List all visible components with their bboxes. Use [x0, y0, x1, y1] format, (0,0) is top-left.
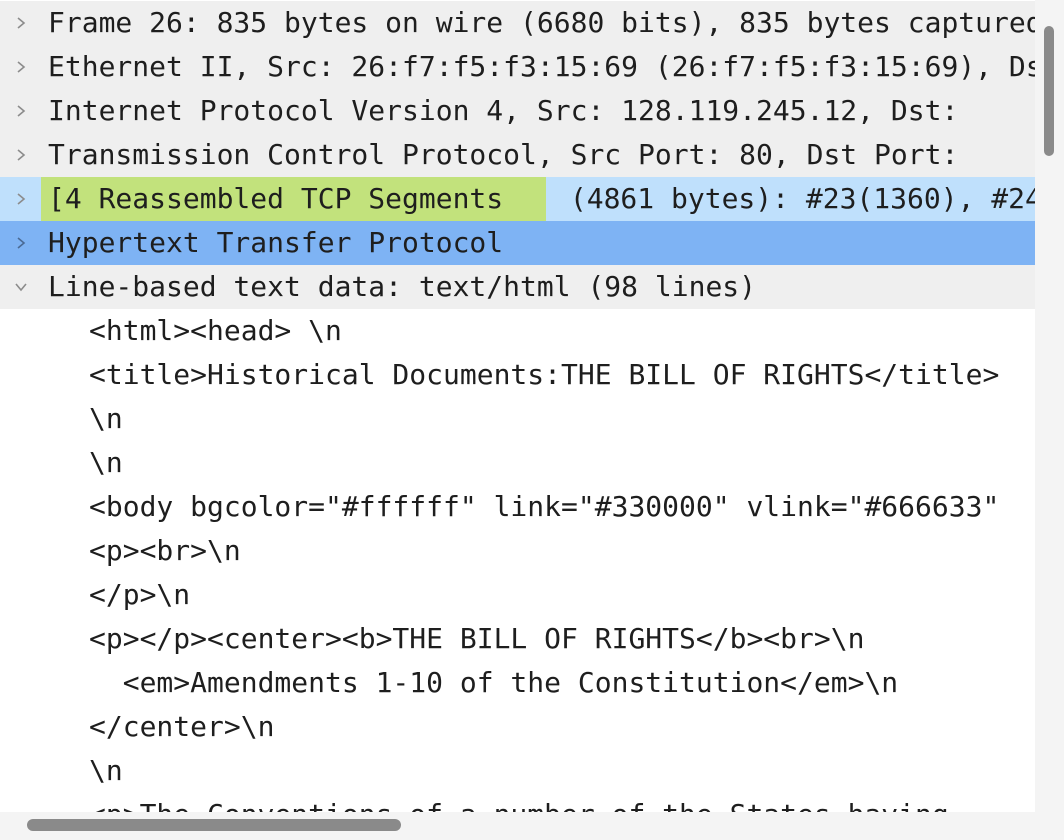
tree-row-ipv4[interactable]: Internet Protocol Version 4, Src: 128.11…	[0, 89, 1035, 133]
vertical-scrollbar-thumb[interactable]	[1044, 26, 1054, 156]
chevron-right-icon[interactable]	[10, 177, 32, 221]
chevron-right-icon[interactable]	[10, 133, 32, 177]
tree-row-label: Line-based text data: text/html (98 line…	[48, 270, 757, 303]
tree-row-label: Transmission Control Protocol, Src Port:…	[48, 138, 959, 171]
text-line: <html><head> \n	[89, 314, 342, 347]
text-line: <title>Historical Documents:THE BILL OF …	[89, 358, 1000, 391]
chevron-right-icon[interactable]	[10, 89, 32, 133]
tree-row-label: Frame 26: 835 bytes on wire (6680 bits),…	[48, 6, 1035, 39]
text-line: <p></p><center><b>THE BILL OF RIGHTS</b>…	[89, 622, 865, 655]
scrollbar-corner	[1035, 812, 1064, 840]
text-line-row[interactable]: <p><br>\n	[0, 529, 1035, 573]
chevron-right-icon[interactable]	[10, 45, 32, 89]
chevron-right-icon[interactable]	[10, 221, 32, 265]
tree-row-line-based-text[interactable]: Line-based text data: text/html (98 line…	[0, 265, 1035, 309]
text-line: </p>\n	[89, 578, 191, 611]
tree-row-reassembled-segments[interactable]: [4 Reassembled TCP Segments (4861 bytes)…	[0, 177, 1035, 221]
text-line: \n	[89, 754, 123, 787]
tree-row-http[interactable]: Hypertext Transfer Protocol	[0, 221, 1035, 265]
tree-row-tcp[interactable]: Transmission Control Protocol, Src Port:…	[0, 133, 1035, 177]
tree-row-label: Internet Protocol Version 4, Src: 128.11…	[48, 94, 959, 127]
text-line: \n	[89, 446, 123, 479]
text-line-row[interactable]: <html><head> \n	[0, 309, 1035, 353]
packet-tree: Frame 26: 835 bytes on wire (6680 bits),…	[0, 1, 1035, 837]
text-line-row[interactable]: </p>\n	[0, 573, 1035, 617]
text-line-row[interactable]: \n	[0, 749, 1035, 793]
text-line: \n	[89, 402, 123, 435]
text-line-row[interactable]: <body bgcolor="#ffffff" link="#330000" v…	[0, 485, 1035, 529]
tree-row-ethernet[interactable]: Ethernet II, Src: 26:f7:f5:f3:15:69 (26:…	[0, 45, 1035, 89]
packet-details-pane: Frame 26: 835 bytes on wire (6680 bits),…	[0, 0, 1064, 840]
tree-row-label: Hypertext Transfer Protocol	[48, 226, 504, 259]
text-line: </center>\n	[89, 710, 275, 743]
chevron-right-icon[interactable]	[10, 1, 32, 45]
text-line-row[interactable]: <em>Amendments 1-10 of the Constitution<…	[0, 661, 1035, 705]
chevron-down-icon[interactable]	[10, 265, 32, 309]
text-line-row[interactable]: <p></p><center><b>THE BILL OF RIGHTS</b>…	[0, 617, 1035, 661]
text-line-row[interactable]: \n	[0, 441, 1035, 485]
text-line: <body bgcolor="#ffffff" link="#330000" v…	[89, 490, 1000, 523]
tree-row-label-highlighted: [4 Reassembled TCP Segments	[48, 182, 504, 215]
text-line: <em>Amendments 1-10 of the Constitution<…	[89, 666, 899, 699]
tree-row-frame[interactable]: Frame 26: 835 bytes on wire (6680 bits),…	[0, 1, 1035, 45]
text-line-row[interactable]: </center>\n	[0, 705, 1035, 749]
text-line-row[interactable]: \n	[0, 397, 1035, 441]
horizontal-scrollbar-thumb[interactable]	[27, 819, 401, 831]
tree-row-label: Ethernet II, Src: 26:f7:f5:f3:15:69 (26:…	[48, 50, 1035, 83]
tree-row-label: (4861 bytes): #23(1360), #24(	[553, 182, 1035, 215]
text-line-row[interactable]: <title>Historical Documents:THE BILL OF …	[0, 353, 1035, 397]
text-line: <p><br>\n	[89, 534, 241, 567]
